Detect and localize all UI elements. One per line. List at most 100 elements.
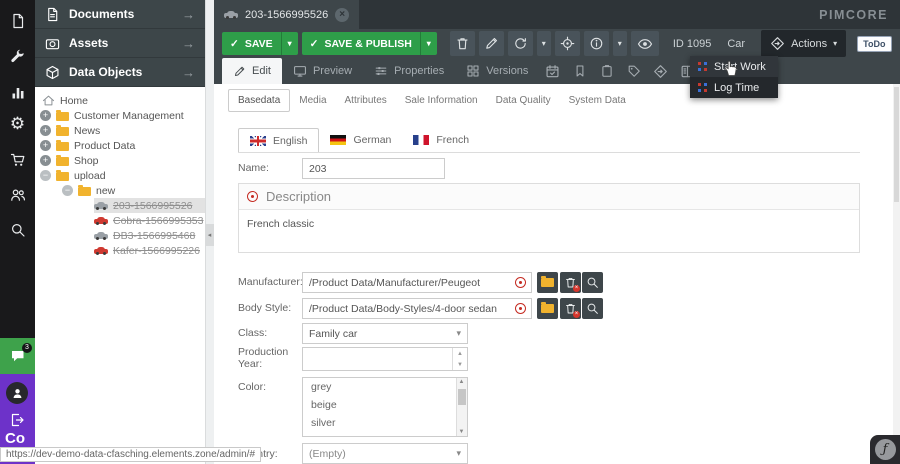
tree-item-folder[interactable]: − upload (35, 168, 205, 183)
body-style-open-folder-button[interactable] (537, 298, 558, 319)
file-icon[interactable] (0, 6, 35, 36)
tree-item-object[interactable]: Cobra-1566995353 (35, 213, 205, 228)
scrollbar-thumb[interactable] (458, 389, 466, 405)
collapse-minus-icon[interactable]: − (40, 170, 51, 181)
scroll-up-icon[interactable]: ▲ (457, 379, 466, 385)
flag-uk-icon (250, 136, 266, 146)
flag-france-icon (413, 135, 429, 145)
tab-preview[interactable]: Preview (282, 58, 363, 84)
tab-attributes[interactable]: Attributes (336, 90, 396, 111)
production-year-spinner[interactable]: ▲▼ (302, 347, 468, 371)
tab-media[interactable]: Media (290, 90, 335, 111)
tab-edit[interactable]: Edit (222, 58, 282, 84)
tab-lang-english[interactable]: English (238, 128, 319, 152)
chat-button[interactable]: 3 (0, 338, 35, 374)
scrollbar-thumb[interactable] (894, 87, 899, 202)
tab-label: Versions (486, 65, 528, 77)
tab-sale-information[interactable]: Sale Information (396, 90, 487, 111)
tools-wrench-icon[interactable] (0, 42, 35, 72)
tab-properties[interactable]: Properties (363, 58, 455, 84)
spinner-arrows[interactable]: ▲▼ (452, 348, 467, 370)
tree-item-folder[interactable]: + Shop (35, 153, 205, 168)
sidebar-section-documents[interactable]: Documents → (35, 0, 205, 29)
body-style-search-button[interactable] (582, 298, 603, 319)
tree-item-object-selected[interactable]: 203-1566995526 (35, 198, 205, 213)
open-preview-eye-button[interactable] (631, 31, 659, 56)
save-options-caret[interactable]: ▾ (281, 32, 298, 55)
manufacturer-open-folder-button[interactable] (537, 272, 558, 293)
tree-item-folder[interactable]: − new (35, 183, 205, 198)
info-options-caret[interactable]: ▾ (613, 31, 627, 56)
listbox-scrollbar[interactable]: ▲ ▼ (456, 378, 467, 436)
open-object-tab[interactable]: 203-1566995526 × (214, 0, 359, 29)
tab-workflow-diamond-icon[interactable] (647, 58, 674, 84)
tab-lang-german[interactable]: German (319, 128, 402, 152)
info-button[interactable] (584, 31, 609, 56)
ecommerce-cart-icon[interactable] (0, 145, 35, 175)
users-icon[interactable] (0, 180, 35, 210)
close-tab-icon[interactable]: × (335, 8, 349, 22)
menu-item-log-time[interactable]: Log Time (690, 77, 778, 98)
tab-dependencies-bookmark-icon[interactable] (566, 58, 593, 84)
locate-in-tree-button[interactable] (555, 31, 580, 56)
color-option[interactable]: grey (303, 378, 467, 396)
manufacturer-remove-button[interactable]: × (560, 272, 581, 293)
actions-button[interactable]: Actions ▾ (761, 30, 846, 57)
color-listbox[interactable]: grey beige silver ▲ ▼ (302, 377, 468, 437)
delete-button[interactable] (450, 31, 475, 56)
tab-basedata[interactable]: Basedata (228, 89, 290, 112)
tree-item-folder[interactable]: + Customer Management (35, 108, 205, 123)
search-icon[interactable] (0, 215, 35, 245)
sidebar-section-assets[interactable]: Assets → (35, 29, 205, 58)
body-style-input[interactable]: /Product Data/Body-Styles/4-door sedan (302, 298, 532, 319)
expand-plus-icon[interactable]: + (40, 110, 51, 121)
expand-plus-icon[interactable]: + (40, 140, 51, 151)
save-publish-button[interactable]: ✓SAVE & PUBLISH ▾ (302, 32, 437, 55)
tree-item-object[interactable]: Kafer-1566995226 (35, 243, 205, 258)
tree-item-label: new (96, 185, 115, 197)
tab-lang-french[interactable]: French (402, 128, 480, 152)
reports-chart-icon[interactable] (0, 78, 35, 108)
expand-plus-icon[interactable]: + (40, 155, 51, 166)
script-glyph-icon: ƒ (875, 439, 896, 460)
reload-button[interactable] (508, 31, 533, 56)
tree-item-folder[interactable]: + News (35, 123, 205, 138)
reload-options-caret[interactable]: ▾ (537, 31, 551, 56)
car-red-icon (94, 247, 108, 255)
tab-notes-clipboard-icon[interactable] (593, 58, 620, 84)
save-button[interactable]: ✓SAVE ▾ (222, 32, 298, 55)
tab-data-quality[interactable]: Data Quality (487, 90, 560, 111)
rename-button[interactable] (479, 31, 504, 56)
manufacturer-input[interactable]: /Product Data/Manufacturer/Peugeot (302, 272, 532, 293)
description-text[interactable]: French classic (239, 210, 859, 238)
relation-target-icon (515, 303, 526, 314)
avatar[interactable] (6, 382, 28, 404)
scroll-down-icon[interactable]: ▼ (457, 429, 466, 435)
save-publish-options-caret[interactable]: ▾ (420, 32, 437, 55)
tab-tags-icon[interactable] (620, 58, 647, 84)
name-input[interactable] (302, 158, 445, 179)
person-icon (11, 387, 24, 400)
tree-item-folder[interactable]: + Product Data (35, 138, 205, 153)
body-style-remove-button[interactable]: × (560, 298, 581, 319)
tab-versions[interactable]: Versions (455, 58, 539, 84)
tree-item-label: Kafer-1566995226 (113, 245, 200, 257)
corner-script-badge[interactable]: ƒ (870, 435, 900, 464)
color-option[interactable]: beige (303, 396, 467, 414)
tree-item-object[interactable]: DB3-1566995468 (35, 228, 205, 243)
tab-system-data[interactable]: System Data (560, 90, 635, 111)
sidebar-section-data-objects[interactable]: Data Objects → (35, 58, 205, 87)
manufacturer-search-button[interactable] (582, 272, 603, 293)
folder-icon (56, 172, 69, 181)
settings-gear-icon[interactable]: ⚙ (0, 109, 35, 139)
color-option[interactable]: silver (303, 414, 467, 432)
collapse-panel-handle[interactable]: ◂ (205, 224, 214, 246)
tab-schedule-calendar-icon[interactable] (539, 58, 566, 84)
tree-item-home[interactable]: Home (35, 93, 205, 108)
country-select[interactable]: (Empty) ▾ (302, 443, 468, 464)
content-scrollbar[interactable] (893, 84, 900, 464)
class-select[interactable]: Family car ▾ (302, 323, 468, 344)
logout-icon[interactable] (9, 412, 25, 428)
expand-plus-icon[interactable]: + (40, 125, 51, 136)
collapse-minus-icon[interactable]: − (62, 185, 73, 196)
